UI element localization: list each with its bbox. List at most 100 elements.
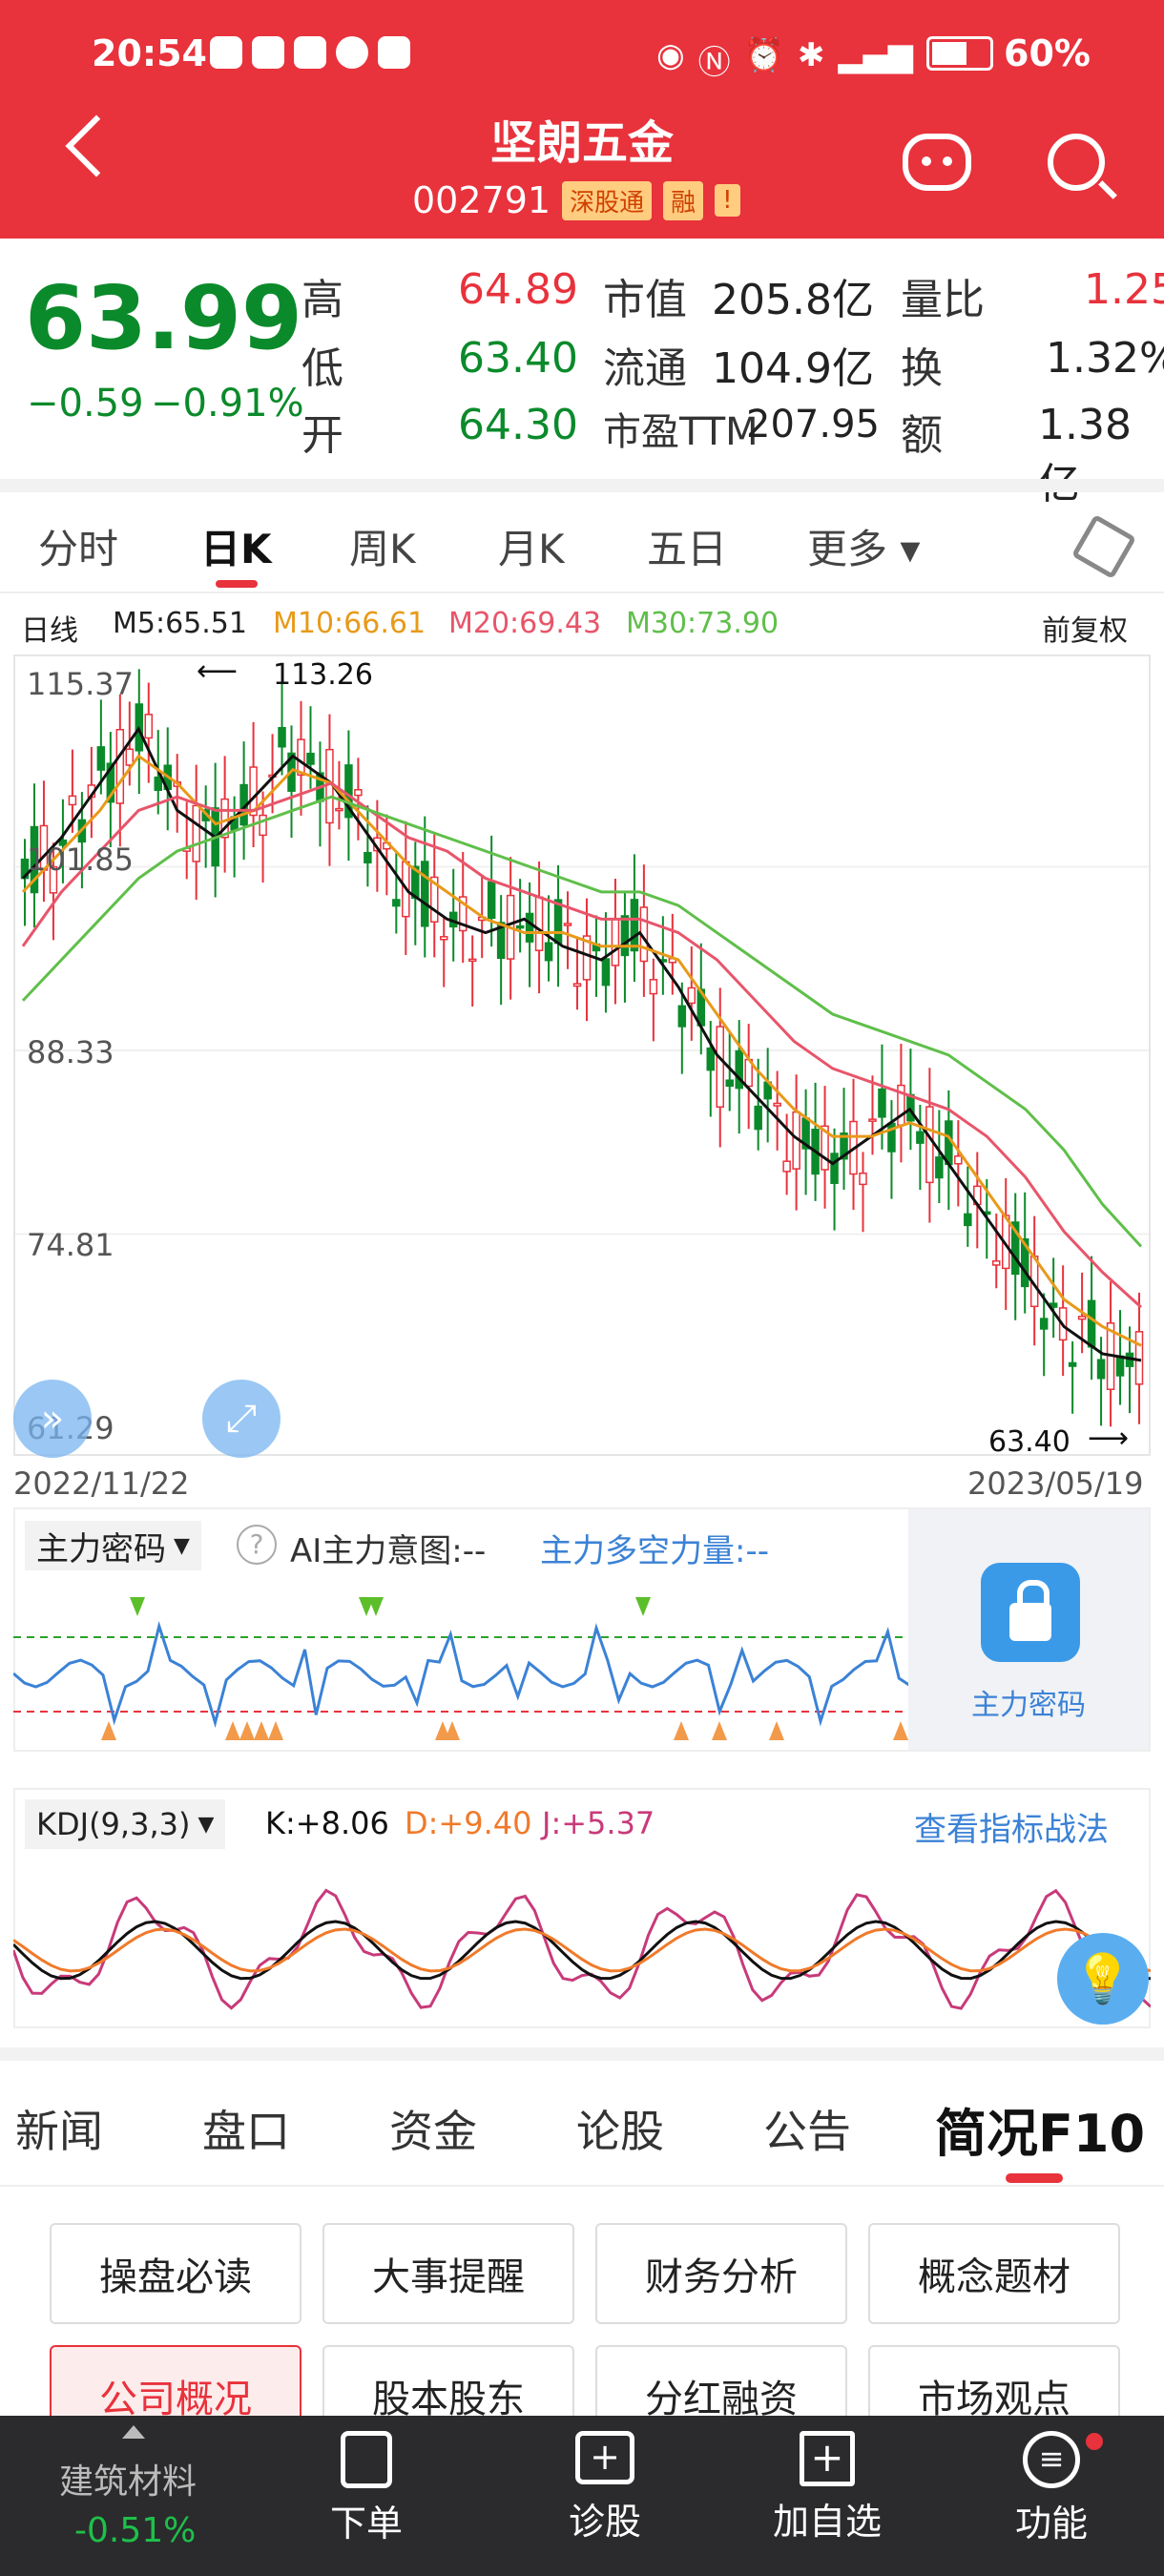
candle-body (859, 1172, 867, 1186)
pe-value: 207.95 (746, 403, 880, 447)
btn-financials[interactable]: 财务分析 (595, 2223, 847, 2324)
tab-monthly-k[interactable]: 月K (498, 517, 565, 575)
price-axis-mid3: 74.81 (27, 1227, 114, 1263)
candle-body (601, 958, 611, 987)
search-icon-handle (1098, 180, 1117, 199)
sector-name[interactable]: 建筑材料 (59, 2454, 197, 2503)
indicator1-select[interactable]: 主力密码 ▼ (25, 1521, 201, 1570)
lock-label: 主力密码 (971, 1689, 1086, 1722)
candle-body (868, 1118, 877, 1122)
help-icon[interactable]: ? (237, 1525, 277, 1565)
expand-sidebar-icon[interactable]: » (13, 1380, 92, 1458)
low-label: 低 (301, 344, 343, 393)
low-value: 63.40 (458, 334, 578, 383)
chevron-down-icon: ▼ (197, 1812, 215, 1837)
app-icon (210, 36, 242, 69)
tab-announcements[interactable]: 公告 (763, 2097, 851, 2160)
open-label: 开 (301, 411, 343, 460)
candle-body (773, 1102, 781, 1107)
kdj-d-line (13, 1927, 1151, 1973)
sector-change: -0.51% (74, 2511, 197, 2550)
candle-body (754, 1105, 762, 1131)
candle-body (544, 942, 553, 962)
candle-body (716, 1026, 725, 1108)
candle-body (468, 958, 477, 963)
tab-funds[interactable]: 资金 (389, 2097, 477, 2160)
candle-body (878, 1088, 886, 1118)
btn-must-read[interactable]: 操盘必读 (50, 2223, 301, 2324)
app-icon (378, 36, 410, 69)
candle-body (96, 746, 106, 771)
battery-percent: 60% (1004, 32, 1091, 74)
stock-code: 002791 (412, 179, 551, 221)
tab-daily-k[interactable]: 日K (200, 517, 272, 575)
main-force-line (13, 1620, 910, 1729)
diagnose-button[interactable]: + 诊股 (569, 2431, 641, 2545)
buy-arrow (225, 1721, 240, 1740)
candle-body (278, 726, 286, 748)
ai-intent-label: AI主力意图:-- (290, 1532, 487, 1570)
tab-orderbook[interactable]: 盘口 (202, 2097, 290, 2160)
chevron-up-icon (122, 2425, 145, 2439)
chart-settings-icon[interactable] (1070, 513, 1137, 580)
tab-intraday[interactable]: 分时 (38, 517, 118, 575)
add-watchlist-button[interactable]: + 加自选 (773, 2431, 882, 2545)
high-value: 64.89 (458, 265, 578, 314)
candle-body (649, 979, 658, 995)
lock-panel[interactable]: 主力密码 (908, 1509, 1149, 1750)
bottom-bar: 建筑材料 -0.51% 下单 + 诊股 + 加自选 ≡ 功能 (0, 2416, 1164, 2576)
high-label: 高 (301, 276, 343, 324)
kdj-k: K:+8.06 (265, 1805, 389, 1841)
status-time: 20:54 (92, 32, 207, 74)
order-button[interactable]: 下单 (330, 2431, 403, 2546)
app-header: 20:54 ◉ Ⓝ ⏰ ✱ ▂▄▆ 60% 坚朗五金 002791 深股通 融 … (0, 0, 1164, 239)
buy-arrow (674, 1721, 689, 1740)
robot-assistant-icon[interactable] (903, 134, 971, 191)
candle-body (906, 1093, 915, 1122)
buy-arrow (254, 1721, 269, 1740)
eye-icon: ◉ (656, 36, 685, 74)
indicator2-select[interactable]: KDJ(9,3,3) ▼ (25, 1799, 226, 1849)
kline-chart[interactable] (13, 654, 1151, 1456)
add-icon: + (800, 2431, 855, 2486)
candle-body (534, 896, 544, 951)
kdj-j: J:+5.37 (542, 1805, 655, 1841)
tab-weekly-k[interactable]: 周K (349, 517, 416, 575)
function-button[interactable]: ≡ 功能 (1015, 2431, 1088, 2546)
candle-body (1115, 1355, 1125, 1377)
candle-body (297, 738, 305, 777)
search-icon[interactable] (1048, 134, 1105, 191)
candle-body (525, 912, 534, 943)
buy-arrow (239, 1721, 255, 1740)
low-mark: 63.40 (988, 1425, 1070, 1459)
candle-body (954, 1155, 963, 1165)
lightbulb-icon[interactable]: 💡 (1057, 1933, 1149, 2025)
price-axis-top: 115.37 (27, 666, 134, 702)
fullscreen-icon[interactable]: ⤢ (202, 1380, 281, 1458)
candle-body (154, 776, 163, 792)
candle-body (354, 789, 363, 797)
divider (0, 592, 1164, 593)
candle-body (630, 899, 639, 952)
btn-events[interactable]: 大事提醒 (322, 2223, 574, 2324)
ma5-label: M5:65.51 (113, 607, 247, 640)
tab-more[interactable]: 更多 ▾ (807, 517, 920, 575)
active-tab-indicator (216, 580, 258, 588)
tab-five-day[interactable]: 五日 (647, 517, 727, 575)
message-icon (336, 36, 368, 69)
btn-concepts[interactable]: 概念题材 (868, 2223, 1120, 2324)
indicator-strategy-link[interactable]: 查看指标战法 (914, 1803, 1109, 1850)
tab-f10[interactable]: 简况F10 (935, 2091, 1145, 2167)
adjust-toggle[interactable]: 前复权 (1042, 607, 1128, 649)
candle-body (925, 1106, 934, 1184)
bluetooth-icon: ✱ (798, 36, 825, 74)
candle-body (1134, 1331, 1144, 1385)
power-label: 主力多空力量:-- (540, 1532, 769, 1570)
app-icon (294, 36, 326, 69)
candle-body (515, 924, 525, 929)
tab-news[interactable]: 新闻 (15, 2097, 103, 2160)
candle-body (572, 983, 582, 987)
tab-discussion[interactable]: 论股 (576, 2097, 664, 2160)
candle-body (439, 936, 448, 941)
candle-body (364, 851, 372, 863)
